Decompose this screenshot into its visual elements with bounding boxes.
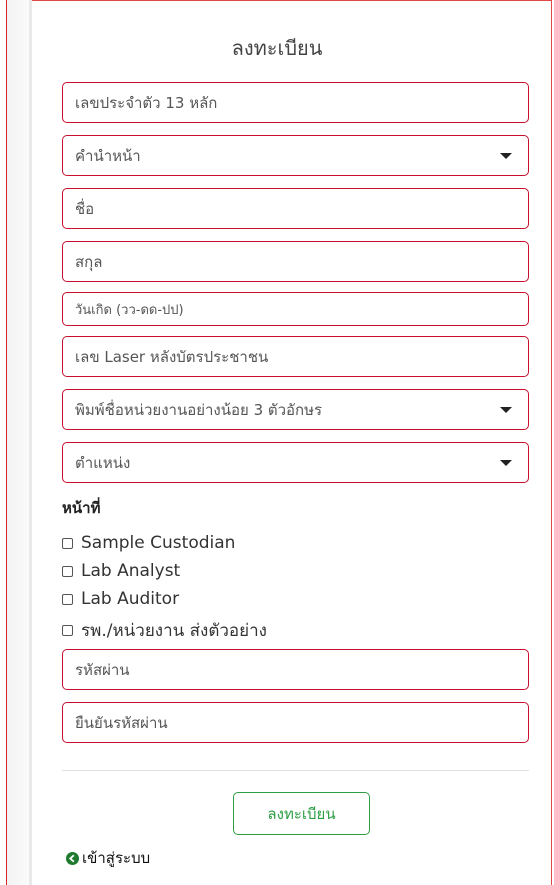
confirm-password-field[interactable]: ยืนยันรหัสผ่าน (62, 702, 529, 743)
role-checkbox-sending-agency[interactable]: รพ./หน่วยงาน ส่งตัวอย่าง (62, 617, 267, 644)
laser-id-field[interactable]: เลข Laser หลังบัตรประชาชน (62, 336, 529, 377)
register-button[interactable]: ลงทะเบียน (233, 792, 370, 835)
chevron-down-icon (500, 459, 512, 466)
position-select-label: ตำแหน่ง (75, 453, 131, 472)
gutter-edge (29, 0, 32, 885)
prefix-select[interactable]: คำนำหน้า (62, 135, 529, 176)
chevron-down-icon (500, 406, 512, 413)
birthdate-field[interactable]: วันเกิด (วว-ดด-ปป) (62, 292, 529, 326)
last-name-placeholder: สกุล (75, 252, 103, 271)
last-name-field[interactable]: สกุล (62, 241, 529, 282)
prefix-select-label: คำนำหน้า (75, 146, 141, 165)
position-select[interactable]: ตำแหน่ง (62, 442, 529, 483)
role-checkbox-lab-auditor[interactable]: Lab Auditor (62, 589, 179, 609)
password-field[interactable]: รหัสผ่าน (62, 649, 529, 690)
form-divider (62, 770, 529, 771)
first-name-field[interactable]: ชื่อ (62, 188, 529, 229)
laser-id-placeholder: เลข Laser หลังบัตรประชาชน (75, 347, 269, 366)
login-link[interactable]: เข้าสู่ระบบ (66, 846, 150, 870)
checkbox-icon[interactable] (62, 593, 73, 605)
role-label: Lab Analyst (81, 561, 181, 581)
checkbox-icon[interactable] (62, 625, 73, 636)
agency-select-label: พิมพ์ชื่อหน่วยงานอย่างน้อย 3 ตัวอักษร (75, 400, 323, 419)
role-label: รพ./หน่วยงาน ส่งตัวอย่าง (81, 621, 267, 641)
role-label: Lab Auditor (81, 589, 180, 609)
agency-select[interactable]: พิมพ์ชื่อหน่วยงานอย่างน้อย 3 ตัวอักษร (62, 389, 529, 430)
chevron-down-icon (500, 152, 512, 159)
password-placeholder: รหัสผ่าน (75, 660, 130, 679)
role-label: Sample Custodian (81, 533, 236, 553)
duty-label: หน้าที่ (62, 499, 101, 517)
id-number-placeholder: เลขประจำตัว 13 หลัก (75, 93, 218, 112)
checkbox-icon[interactable] (62, 565, 73, 577)
page-title: ลงทะเบียน (231, 36, 323, 60)
left-gutter (7, 0, 29, 885)
role-checkbox-lab-analyst[interactable]: Lab Analyst (62, 561, 180, 581)
arrow-left-circle-icon (66, 851, 79, 865)
checkbox-icon[interactable] (62, 537, 73, 549)
id-number-field[interactable]: เลขประจำตัว 13 หลัก (62, 82, 529, 123)
first-name-placeholder: ชื่อ (75, 199, 95, 218)
login-link-label: เข้าสู่ระบบ (82, 849, 151, 867)
birthdate-placeholder: วันเกิด (วว-ดด-ปป) (75, 302, 184, 318)
role-checkbox-sample-custodian[interactable]: Sample Custodian (62, 533, 235, 553)
confirm-password-placeholder: ยืนยันรหัสผ่าน (75, 713, 168, 732)
